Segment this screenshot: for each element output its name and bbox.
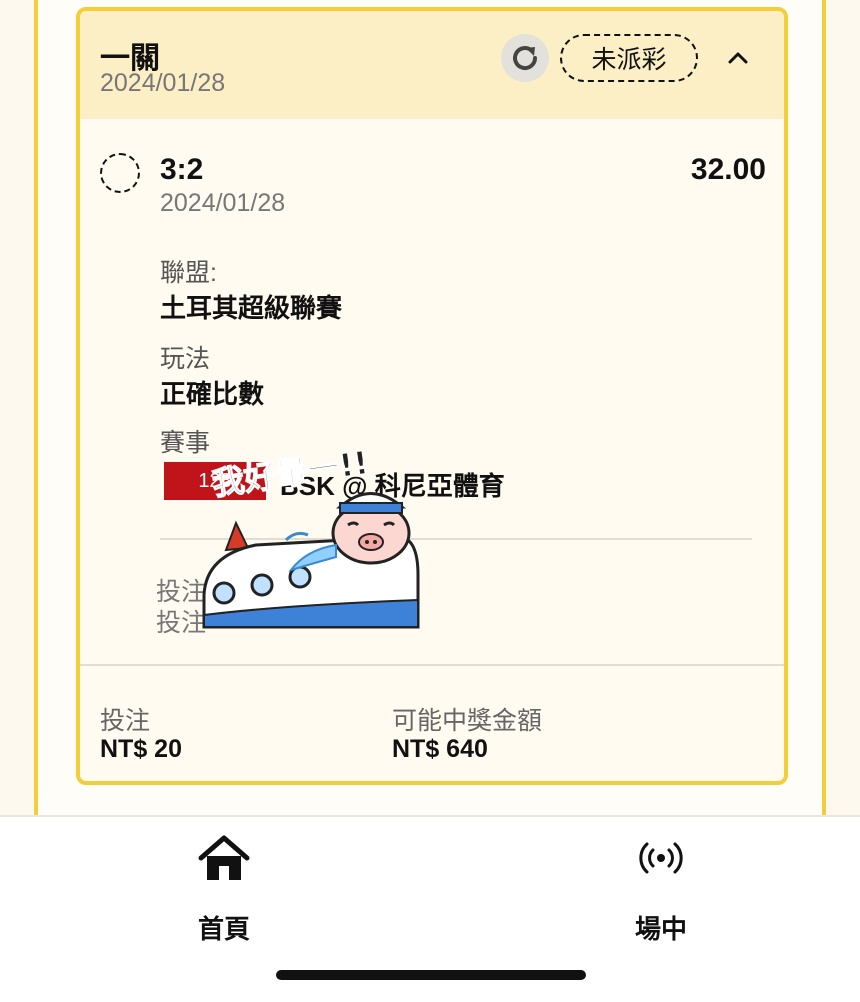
- status-badge: 未派彩: [560, 34, 698, 82]
- tab-home-label: 首頁: [197, 914, 250, 944]
- refresh-button[interactable]: [501, 34, 549, 82]
- payout-value: NT$ 640: [392, 735, 488, 763]
- tab-live[interactable]: 場中: [601, 833, 721, 944]
- selection-odds: 32.00: [690, 153, 766, 186]
- market-value: 正確比數: [160, 379, 265, 409]
- pig-sailor-sticker: 我好暈一!!: [202, 445, 420, 629]
- tab-home[interactable]: 首頁: [164, 833, 284, 944]
- refresh-icon: [513, 46, 538, 71]
- payout-label: 可能中獎金額: [392, 707, 543, 735]
- stake-label: 投注: [100, 707, 151, 735]
- stake-value: NT$ 20: [100, 735, 182, 763]
- tab-live-label: 場中: [634, 914, 687, 944]
- home-indicator[interactable]: [276, 970, 586, 980]
- home-icon: [198, 835, 250, 880]
- broadcast-icon: [639, 842, 683, 874]
- bet-card-header[interactable]: 一關 2024/01/28 未派彩: [80, 11, 784, 119]
- league-value: 土耳其超級聯賽: [160, 293, 343, 323]
- selection-date: 2024/01/28: [160, 189, 286, 217]
- bet-card: 一關 2024/01/28 未派彩 3:2 2024/01/28 32.00 聯…: [76, 7, 788, 785]
- selection-status-circle: [100, 153, 140, 193]
- chevron-up-icon: [728, 52, 748, 64]
- collapse-button[interactable]: [722, 41, 754, 73]
- market-label: 玩法: [160, 345, 211, 373]
- selection-score: 3:2: [160, 153, 204, 186]
- sticker-text: 我好暈一!!: [210, 445, 371, 503]
- footer-divider: [80, 664, 784, 666]
- bet-date: 2024/01/28: [100, 69, 226, 97]
- frame-border-left: [34, 0, 38, 815]
- league-label: 聯盟:: [160, 259, 217, 287]
- frame-border-right: [822, 0, 826, 815]
